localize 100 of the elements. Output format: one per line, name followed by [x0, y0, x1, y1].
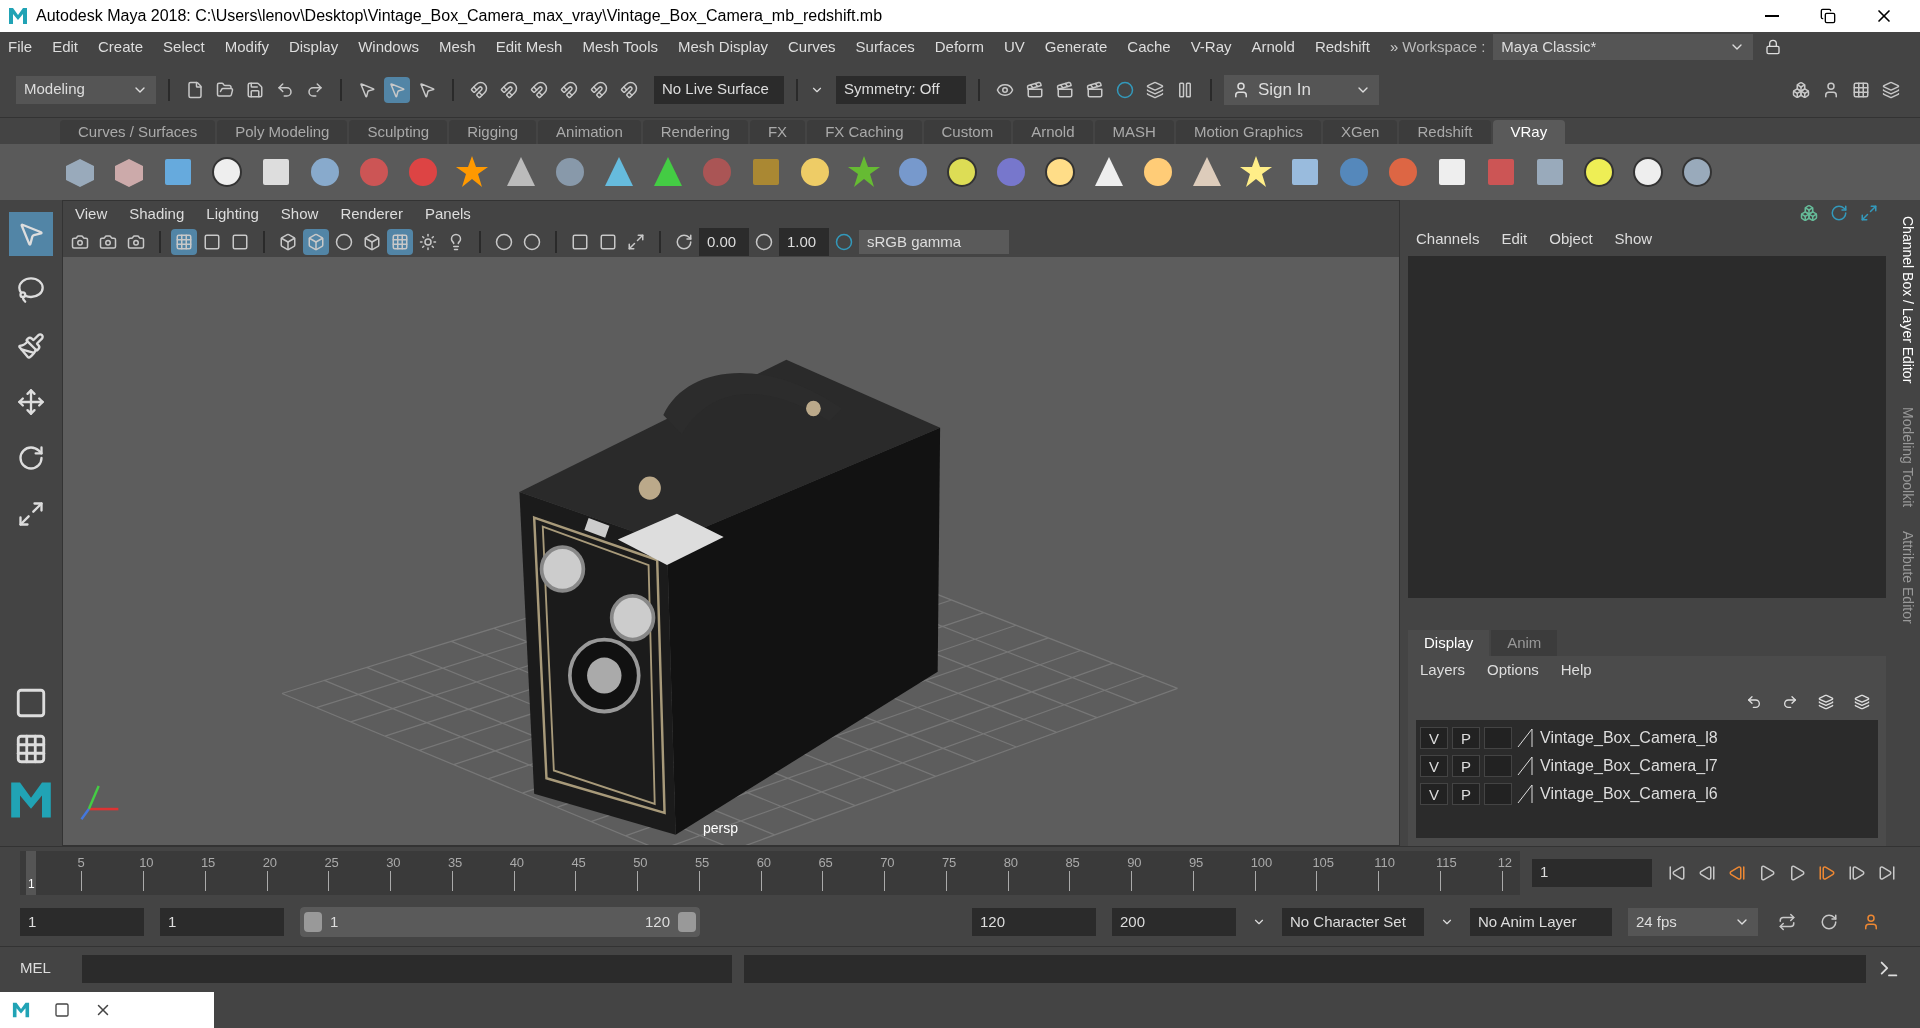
menu-item[interactable]: Edit Mesh — [495, 35, 563, 59]
reference-toggle[interactable] — [1484, 727, 1512, 749]
viewport-menu-item[interactable]: Panels — [424, 202, 471, 226]
menu-item[interactable]: Arnold — [1251, 35, 1295, 59]
menu-item[interactable]: Mesh — [439, 35, 476, 59]
sign-in-button[interactable]: Sign In — [1224, 74, 1379, 105]
move-up-icon[interactable] — [1746, 694, 1762, 710]
layout-icon[interactable] — [14, 686, 48, 720]
symmetry-field[interactable]: Symmetry: Off — [836, 75, 966, 104]
star-icon[interactable] — [1238, 154, 1274, 190]
disc-icon[interactable] — [209, 154, 245, 190]
playback-toggle[interactable]: P — [1452, 755, 1480, 777]
start-field[interactable]: 1 — [20, 908, 144, 936]
side-tab[interactable]: Channel Box / Layer Editor — [1896, 216, 1918, 384]
time-slider[interactable]: 1 5 10 15 20 25 30 35 40 45 50 55 60 65 70 75 80 85 90 95 100 105 110 115 12 — [20, 850, 1520, 895]
resize-icon[interactable] — [1860, 204, 1878, 222]
menu-item[interactable]: Select — [163, 35, 205, 59]
reference-toggle[interactable] — [1484, 783, 1512, 805]
viewport-menu-item[interactable]: Lighting — [206, 202, 259, 226]
command-language-label[interactable]: MEL — [20, 957, 70, 980]
shelf-tab[interactable]: XGen — [1323, 120, 1398, 144]
shelf-tab[interactable]: FX Caching — [807, 120, 922, 144]
color-space-field[interactable]: sRGB gamma — [859, 230, 1009, 254]
viewport-menu-item[interactable]: Show — [280, 202, 319, 226]
shelf-tab[interactable]: FX — [749, 120, 806, 144]
restore-icon[interactable] — [54, 1002, 70, 1018]
star-icon[interactable] — [454, 154, 490, 190]
layer-menu-item[interactable]: Options — [1487, 658, 1539, 682]
move-down-icon[interactable] — [1782, 694, 1798, 710]
layer-editor-tab[interactable]: Display — [1408, 630, 1490, 656]
workspace-dropdown[interactable]: Maya Classic* — [1493, 34, 1754, 60]
shelf-tab[interactable]: Redshift — [1399, 120, 1491, 144]
disc-icon[interactable] — [1679, 154, 1715, 190]
visibility-toggle[interactable]: V — [1420, 755, 1448, 777]
live-surface-field[interactable]: No Live Surface — [654, 75, 784, 104]
layer-icon[interactable] — [1854, 694, 1870, 710]
menu-item[interactable]: Mesh Display — [678, 35, 768, 59]
disc-icon[interactable] — [944, 154, 980, 190]
menu-item[interactable]: Surfaces — [855, 35, 915, 59]
grid-icon[interactable] — [387, 229, 413, 255]
add-layer-icon[interactable] — [1818, 694, 1834, 710]
shelf-tab[interactable]: Motion Graphics — [1175, 120, 1322, 144]
menu-item[interactable]: Redshift — [1314, 35, 1370, 59]
reference-toggle[interactable] — [1484, 755, 1512, 777]
cube-icon[interactable] — [303, 229, 329, 255]
channel-box-menu-item[interactable]: Channels — [1416, 227, 1480, 251]
shelf-tab[interactable]: Rendering — [642, 120, 748, 144]
shelf-tab[interactable]: Sculpting — [349, 120, 448, 144]
viewport-menu-item[interactable]: Renderer — [340, 202, 403, 226]
rotate-icon[interactable] — [1830, 204, 1848, 222]
character-set-field[interactable]: No Character Set — [1282, 908, 1424, 936]
shelf-tab[interactable]: Animation — [538, 120, 641, 144]
playback-end-field[interactable]: 120 — [972, 908, 1096, 936]
viewport-menu-item[interactable]: Shading — [129, 202, 185, 226]
shelf-tab[interactable]: Poly Modeling — [217, 120, 348, 144]
menu-item[interactable]: Cache — [1127, 35, 1171, 59]
layer-menu-item[interactable]: Layers — [1420, 658, 1466, 682]
star-icon[interactable] — [846, 154, 882, 190]
exposure-field[interactable]: 0.00 — [699, 228, 749, 256]
boxes-icon[interactable] — [1800, 204, 1818, 222]
disc-icon[interactable] — [1581, 154, 1617, 190]
shelf-tab[interactable]: Curves / Surfaces — [60, 120, 216, 144]
disc-icon[interactable] — [1630, 154, 1666, 190]
viewport-menu-item[interactable]: View — [75, 202, 108, 226]
shelf-tab[interactable]: Custom — [923, 120, 1012, 144]
menu-set-dropdown[interactable]: Modeling — [16, 75, 156, 104]
channel-box-menu-item[interactable]: Show — [1614, 227, 1653, 251]
shelf-tab[interactable]: VRay — [1492, 120, 1566, 144]
visibility-toggle[interactable]: V — [1420, 727, 1448, 749]
menu-item[interactable]: Windows — [358, 35, 419, 59]
menu-item[interactable]: Curves — [788, 35, 836, 59]
anim-layer-field[interactable]: No Anim Layer — [1470, 908, 1612, 936]
menu-item[interactable]: Deform — [934, 35, 984, 59]
playback-toggle[interactable]: P — [1452, 727, 1480, 749]
shelf-tab[interactable]: Arnold — [1013, 120, 1093, 144]
menu-item[interactable]: Display — [288, 35, 339, 59]
playback-toggle[interactable]: P — [1452, 783, 1480, 805]
pointer-icon[interactable] — [9, 212, 53, 256]
menu-item[interactable]: UV — [1003, 35, 1025, 59]
shelf-tab[interactable]: MASH — [1094, 120, 1174, 144]
menu-item[interactable]: File — [8, 35, 33, 59]
end-field[interactable]: 200 — [1112, 908, 1236, 936]
menu-item[interactable]: Edit — [52, 35, 79, 59]
fps-dropdown[interactable]: 24 fps — [1628, 908, 1758, 936]
disc-icon[interactable] — [1042, 154, 1078, 190]
menu-item[interactable]: Mesh Tools — [582, 35, 658, 59]
grid-icon[interactable] — [171, 229, 197, 255]
layout-icon[interactable] — [14, 732, 48, 766]
channel-box-menu-item[interactable]: Object — [1549, 227, 1593, 251]
command-input[interactable] — [82, 954, 732, 983]
menu-item[interactable]: Modify — [224, 35, 269, 59]
current-frame-field[interactable]: 1 — [1532, 858, 1652, 887]
visibility-toggle[interactable]: V — [1420, 783, 1448, 805]
menu-item[interactable]: Generate — [1044, 35, 1108, 59]
gamma-field[interactable]: 1.00 — [779, 228, 829, 256]
range-slider[interactable]: 1 120 — [300, 907, 700, 937]
pointer-icon[interactable] — [384, 76, 410, 103]
layer-editor-tab[interactable]: Anim — [1491, 630, 1558, 656]
layer-menu-item[interactable]: Help — [1560, 658, 1592, 682]
shelf-tab[interactable]: Rigging — [449, 120, 537, 144]
